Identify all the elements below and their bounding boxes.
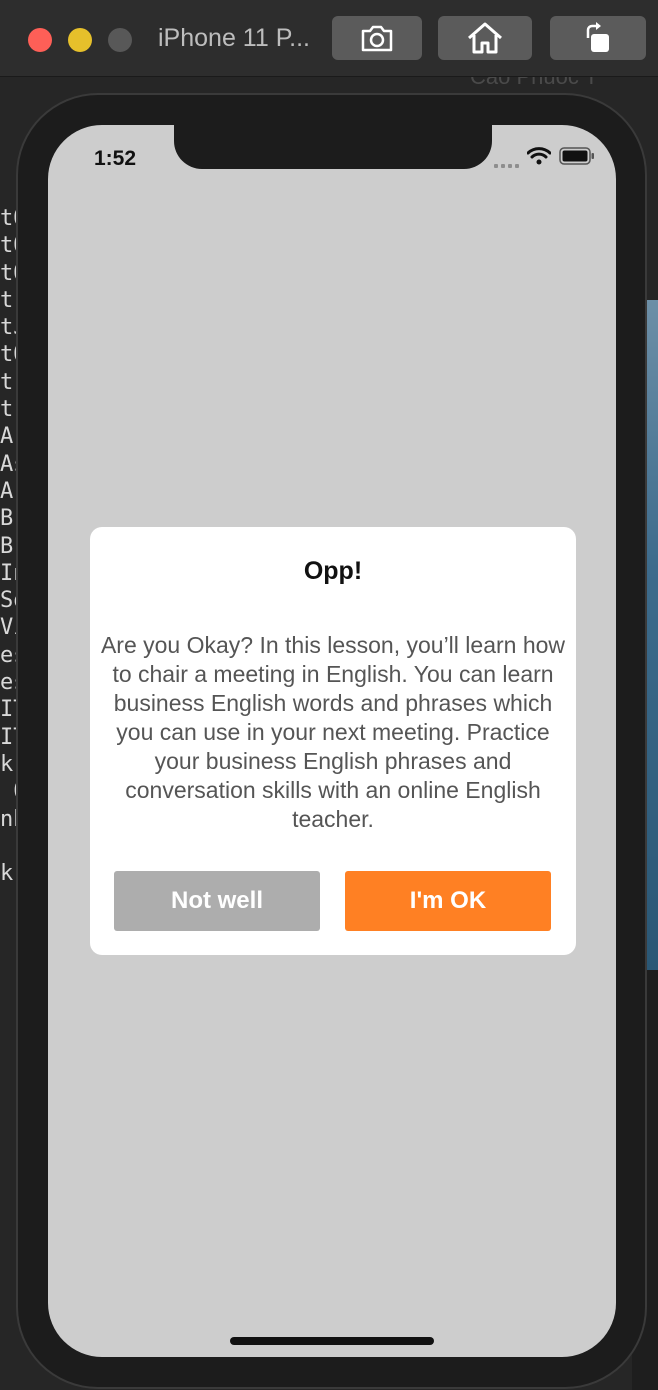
rotate-button[interactable] <box>550 16 646 60</box>
not-well-button[interactable]: Not well <box>114 871 320 931</box>
home-icon <box>467 22 503 54</box>
background-terminal: tO tO tO t tJ tO t t A As A B B In So Vi… <box>0 206 20 887</box>
window-title: iPhone 11 P... <box>158 24 310 52</box>
home-button[interactable] <box>438 16 532 60</box>
camera-icon <box>360 23 394 53</box>
screenshot-button[interactable] <box>332 16 422 60</box>
alert-message: Are you Okay? In this lesson, you’ll lea… <box>100 632 566 832</box>
im-ok-button[interactable]: I'm OK <box>345 871 551 931</box>
iphone-frame: 1:52 Opp! Are you Okay? In this lesson, … <box>18 95 645 1387</box>
status-time: 1:52 <box>94 147 137 170</box>
wifi-icon <box>526 146 552 170</box>
notch <box>174 125 492 169</box>
alert-title: Opp! <box>303 557 363 585</box>
home-indicator[interactable] <box>230 1337 434 1345</box>
simulator-title-bar: iPhone 11 P... <box>0 0 658 77</box>
close-window-button[interactable] <box>28 28 52 52</box>
battery-icon <box>559 146 595 170</box>
minimize-window-button[interactable] <box>68 28 92 52</box>
zoom-window-button[interactable] <box>108 28 132 52</box>
app-screen: 1:52 Opp! Are you Okay? In this lesson, … <box>48 125 616 1357</box>
cellular-signal-icon <box>494 148 519 168</box>
rotate-icon <box>583 22 613 54</box>
status-icons <box>494 146 595 170</box>
alert-dialog: Opp! Are you Okay? In this lesson, you’l… <box>90 527 576 955</box>
